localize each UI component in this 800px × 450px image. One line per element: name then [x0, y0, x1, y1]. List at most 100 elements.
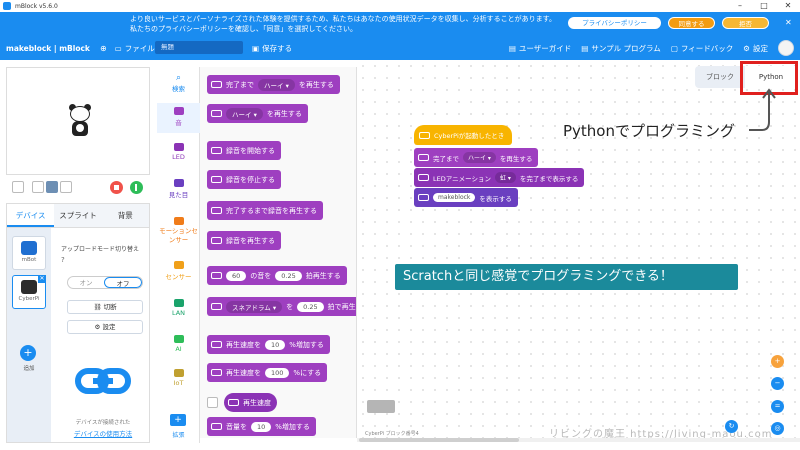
horizontal-scrollbar[interactable] [357, 438, 800, 442]
file-menu[interactable]: ▭ ファイル [115, 43, 155, 54]
tab-devices[interactable]: デバイス [7, 204, 55, 227]
block-play-until-done[interactable]: 完了まで ハーイ ▾ を再生する [207, 75, 340, 94]
speed-input[interactable]: 10 [265, 339, 286, 350]
category-motion-sensor[interactable]: モーションセンサー [157, 217, 200, 245]
decline-button[interactable]: 拒否 [722, 17, 769, 29]
zoom-reset-icon[interactable]: = [771, 400, 784, 413]
panda-sprite[interactable] [67, 104, 93, 138]
agree-button[interactable]: 同意する [668, 17, 715, 29]
script-block-led-animation[interactable]: LEDアニメーション 虹 ▾ を完了まで表示する [414, 168, 585, 187]
cyberpi-block-icon [211, 303, 222, 310]
reporter-checkbox[interactable] [207, 397, 218, 408]
stop-button[interactable] [110, 181, 123, 194]
cleanup-icon[interactable]: ↻ [725, 420, 738, 433]
device-card-mbot[interactable]: mBot [12, 236, 46, 270]
project-name-input[interactable]: 無題 [155, 41, 243, 54]
feedback-label: フィードバック [680, 43, 734, 53]
block-when-cyberpi-starts[interactable]: CyberPiが起動したとき [414, 125, 512, 145]
category-label-sensor: センサー [165, 273, 192, 281]
script-block-play-until-done[interactable]: 完了まで ハーイ ▾ を再生する [414, 148, 539, 167]
block-playback-speed[interactable]: 再生速度 [224, 393, 277, 412]
fullscreen-icon[interactable] [12, 181, 24, 193]
maximize-icon[interactable]: □ [752, 0, 776, 12]
device-usage-link[interactable]: デバイスの使用方法 [57, 428, 149, 438]
save-button[interactable]: ▣ 保存する [252, 43, 292, 54]
add-device-label: 追加 [23, 366, 35, 372]
toggle-off[interactable]: オフ [104, 277, 142, 288]
user-guide-link[interactable]: ▤ ユーザーガイド [509, 43, 571, 54]
medium-stage-icon[interactable] [46, 181, 58, 193]
script-area[interactable]: ブロック Python Pythonでプログラミング CyberPiが起動したと… [357, 60, 800, 443]
block-start-recording[interactable]: 録音を開始する [207, 141, 281, 160]
beats-input[interactable]: 0.25 [297, 301, 324, 312]
category-led[interactable]: LED [157, 143, 200, 161]
category-lan[interactable]: LAN [157, 299, 200, 317]
sample-programs-link[interactable]: ▤ サンプル プログラム [581, 43, 661, 54]
drum-dropdown[interactable]: スネアドラム ▾ [226, 300, 283, 313]
category-looks[interactable]: 見た目 [157, 179, 200, 199]
category-label-extension: 拡張 [172, 432, 185, 439]
settings-menu[interactable]: ⚙ 設定 [743, 43, 768, 54]
zoom-out-icon[interactable]: − [771, 377, 784, 390]
add-device-button[interactable]: + [20, 345, 36, 361]
cyberpi-block-icon [211, 237, 222, 244]
small-stage-icon[interactable] [32, 181, 44, 193]
device-settings-button[interactable]: ⚙ 設定 [67, 320, 143, 334]
panda-head [70, 106, 90, 122]
animation-dropdown[interactable]: 虹 ▾ [494, 172, 516, 183]
category-ai[interactable]: AI [157, 335, 200, 353]
script-block-show-text[interactable]: makeblock を表示する [414, 188, 518, 207]
stage-canvas[interactable] [6, 67, 150, 175]
close-window-icon[interactable]: ✕ [776, 0, 800, 12]
upload-mode-toggle[interactable]: オン オフ [67, 276, 143, 289]
beats-input[interactable]: 0.25 [275, 270, 302, 281]
block-play-drum[interactable]: スネアドラム ▾ を 0.25 拍で再生 [207, 297, 356, 316]
category-search[interactable]: ⌕ 検索 [157, 73, 200, 93]
block-increase-speed[interactable]: 再生速度を 10 %増加する [207, 335, 330, 354]
connection-link-icon [75, 364, 135, 398]
mbot-icon [21, 241, 37, 255]
device-card-cyberpi[interactable]: ✕ CyberPi [12, 275, 46, 309]
note-input[interactable]: 60 [226, 270, 247, 281]
category-iot[interactable]: IoT [157, 369, 200, 387]
motion-sensor-icon [173, 217, 184, 225]
toggle-on[interactable]: オン [68, 277, 104, 288]
tab-backdrops[interactable]: 背景 [102, 204, 149, 227]
remove-device-icon[interactable]: ✕ [38, 275, 46, 283]
zoom-in-icon[interactable]: + [771, 355, 784, 368]
category-sound[interactable]: 音 [157, 103, 200, 133]
globe-icon[interactable]: ⊕ [100, 44, 107, 53]
cyberpi-block-icon [211, 176, 222, 183]
sound-dropdown[interactable]: ハーイ ▾ [258, 78, 295, 91]
block-play-recording-until-done[interactable]: 完了するまで録音を再生する [207, 201, 323, 220]
block-play-recording[interactable]: 録音を再生する [207, 231, 281, 250]
large-stage-icon[interactable] [60, 181, 72, 193]
tab-sprites[interactable]: スプライト [54, 204, 101, 227]
sound-dropdown[interactable]: ハーイ ▾ [226, 107, 263, 120]
volume-input[interactable]: 10 [251, 421, 272, 432]
disconnect-button[interactable]: ⛓ 切断 [67, 300, 143, 314]
device-label-cyberpi: CyberPi [18, 296, 40, 302]
text-input[interactable]: makeblock [433, 193, 476, 202]
minimize-icon[interactable]: – [728, 0, 752, 12]
block-play-note[interactable]: 60 の音を 0.25 拍再生する [207, 266, 347, 285]
category-sensor[interactable]: センサー [157, 261, 200, 281]
close-banner-icon[interactable]: ✕ [785, 18, 792, 27]
block-set-speed[interactable]: 再生速度を 100 %にする [207, 363, 328, 382]
green-flag-button[interactable] [130, 181, 143, 194]
scroll-thumb[interactable] [359, 438, 519, 442]
speed-input[interactable]: 100 [265, 367, 290, 378]
upload-mode-label: アップロードモード切り替え [61, 246, 140, 253]
help-icon[interactable]: ? [61, 256, 65, 264]
block-play-sound[interactable]: ハーイ ▾ を再生する [207, 104, 308, 123]
block-stop-recording[interactable]: 録音を停止する [207, 170, 281, 189]
app-icon [3, 2, 11, 10]
block-increase-volume[interactable]: 音量を 10 %増加する [207, 417, 316, 436]
sound-dropdown[interactable]: ハーイ ▾ [463, 152, 496, 163]
feedback-link[interactable]: ▢ フィードバック [671, 43, 733, 54]
extension-button[interactable]: + [170, 414, 186, 426]
device-tabs: デバイス スプライト 背景 [7, 204, 149, 228]
user-avatar[interactable] [778, 40, 794, 56]
fit-icon[interactable]: ◎ [771, 422, 784, 435]
privacy-policy-button[interactable]: プライバシーポリシー [568, 17, 661, 29]
